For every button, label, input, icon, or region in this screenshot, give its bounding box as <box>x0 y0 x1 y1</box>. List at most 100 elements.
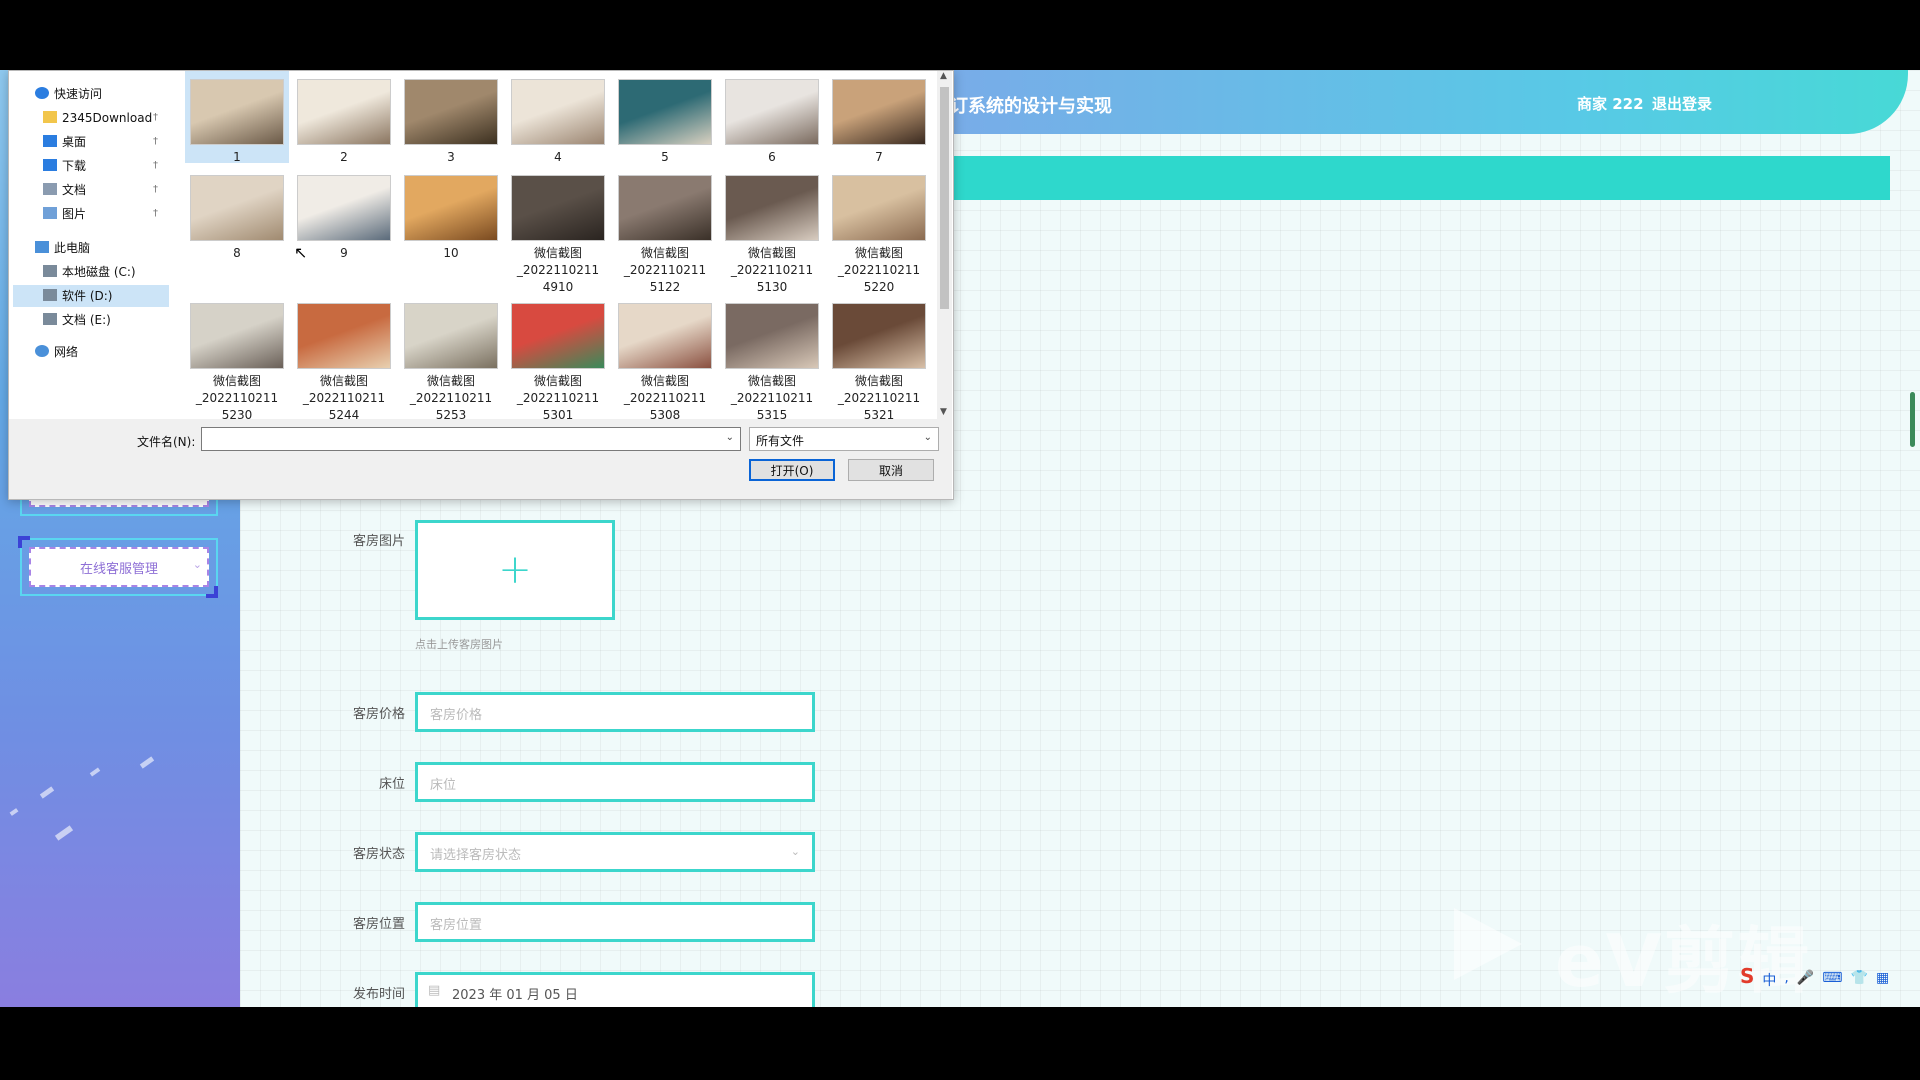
pin-icon: † <box>153 136 158 147</box>
file-thumbnail-item[interactable]: 微信截图 _2022110211 5220 <box>827 167 931 294</box>
price-input[interactable]: 客房价格 <box>415 692 815 732</box>
download-icon <box>43 159 57 171</box>
file-name-label: 6 <box>768 150 776 164</box>
sidebar-menu-label: 在线客服管理 <box>79 561 158 577</box>
cancel-button[interactable]: 取消 <box>848 459 934 481</box>
chinese-mode-icon[interactable]: 中 <box>1762 970 1776 990</box>
image-thumbnail <box>297 303 391 369</box>
image-thumbnail <box>832 303 926 369</box>
nav-item[interactable]: 本地磁盘 (C:) <box>13 261 169 283</box>
chevron-down-icon[interactable]: ⌄ <box>726 432 734 443</box>
file-thumbnail-item[interactable]: 2 <box>292 71 396 164</box>
publish-time-label: 发布时间 <box>352 987 405 1002</box>
star-icon <box>35 87 49 99</box>
filename-label: 文件名(N): <box>137 435 196 449</box>
nav-item[interactable]: 图片 † <box>13 203 169 225</box>
chevron-down-icon: ⌄ <box>790 845 800 858</box>
page-title: 订系统的设计与实现 <box>950 96 1112 117</box>
file-thumbnail-item[interactable]: 微信截图 _2022110211 5253 <box>399 295 503 419</box>
user-label: 商家 222 <box>1577 95 1644 113</box>
location-input[interactable]: 客房位置 <box>415 902 815 942</box>
file-thumbnail-item[interactable]: 9 <box>292 167 396 289</box>
file-name-label: 微信截图 _2022110211 5244 <box>302 374 386 419</box>
nav-item-label: 此电脑 <box>54 241 91 255</box>
sidebar-menu-online-service[interactable]: 在线客服管理 ⌄ <box>20 538 218 596</box>
file-name-label: 微信截图 _2022110211 5122 <box>623 246 707 294</box>
drive-icon <box>43 313 57 325</box>
file-thumbnail-item[interactable]: 7 <box>827 71 931 164</box>
file-thumbnail-item[interactable]: 10 <box>399 167 503 289</box>
file-thumbnail-item[interactable]: 微信截图 _2022110211 5230 <box>185 295 289 419</box>
nav-item[interactable]: 此电脑 <box>13 237 169 259</box>
image-thumbnail <box>190 175 284 241</box>
nav-item-label: 2345Download <box>62 111 153 125</box>
file-open-dialog: 快速访问 2345Download † 桌面 † 下载 † 文档 † 图片 † 此电脑 本地磁盘 (C:… <box>8 70 954 500</box>
file-thumbnail-item[interactable]: 微信截图 _2022110211 5321 <box>827 295 931 419</box>
file-thumbnail-item[interactable]: 8 <box>185 167 289 289</box>
filetype-select[interactable]: 所有文件 ⌄ <box>749 427 939 451</box>
scroll-down-icon[interactable]: ▼ <box>940 407 947 417</box>
nav-item[interactable]: 桌面 † <box>13 131 169 153</box>
skin-icon[interactable]: 👕 <box>1851 970 1868 990</box>
file-thumbnail-item[interactable]: 3 <box>399 71 503 164</box>
file-thumbnail-item[interactable]: 微信截图 _2022110211 5122 <box>613 167 717 294</box>
file-thumbnail-item[interactable]: 微信截图 _2022110211 5130 <box>720 167 824 294</box>
file-thumbnail-item[interactable]: 微信截图 _2022110211 5301 <box>506 295 610 419</box>
room-image-label: 客房图片 <box>352 534 405 549</box>
ime-toolbar: S 中 , 🎤 ⌨ 👕 ▦ <box>1740 964 1889 990</box>
bed-input[interactable]: 床位 <box>415 762 815 802</box>
pin-icon: † <box>153 160 158 171</box>
image-thumbnail <box>404 79 498 145</box>
filename-input[interactable]: ⌄ <box>201 427 741 451</box>
status-select[interactable]: 请选择客房状态 ⌄ <box>415 832 815 872</box>
image-thumbnail <box>618 175 712 241</box>
file-thumbnail-item[interactable]: 微信截图 _2022110211 5315 <box>720 295 824 419</box>
keyboard-icon[interactable]: ⌨ <box>1822 970 1842 990</box>
file-name-label: 微信截图 _2022110211 5220 <box>837 246 921 294</box>
nav-item[interactable]: 文档 (E:) <box>13 309 169 331</box>
file-list-scrollbar[interactable]: ▲ ▼ <box>937 71 952 419</box>
open-button[interactable]: 打开(O) <box>749 459 835 481</box>
nav-item[interactable]: 文档 † <box>13 179 169 201</box>
chevron-down-icon: ⌄ <box>192 558 202 571</box>
nav-item[interactable]: 软件 (D:) <box>13 285 169 307</box>
file-thumbnail-item[interactable]: 6 <box>720 71 824 164</box>
nav-item-label: 快速访问 <box>54 87 103 101</box>
file-thumbnail-item[interactable]: 微信截图 _2022110211 5244 <box>292 295 396 419</box>
file-thumbnail-item[interactable]: 微信截图 _2022110211 5308 <box>613 295 717 419</box>
image-thumbnail <box>297 175 391 241</box>
microphone-icon[interactable]: 🎤 <box>1797 970 1814 990</box>
image-thumbnail <box>297 79 391 145</box>
network-icon <box>35 345 49 357</box>
nav-item-label: 桌面 <box>62 135 87 149</box>
price-label: 客房价格 <box>352 707 405 722</box>
image-thumbnail <box>725 79 819 145</box>
logout-link[interactable]: 退出登录 <box>1652 93 1712 114</box>
image-upload-box[interactable]: + <box>415 520 615 620</box>
sogou-icon[interactable]: S <box>1740 964 1754 990</box>
file-name-label: 微信截图 _2022110211 5253 <box>409 374 493 419</box>
nav-item[interactable]: 网络 <box>13 341 169 363</box>
nav-item[interactable]: 2345Download † <box>13 107 169 129</box>
file-thumbnail-item[interactable]: 5 <box>613 71 717 164</box>
scroll-up-icon[interactable]: ▲ <box>940 71 947 81</box>
nav-item-label: 软件 (D:) <box>62 289 113 303</box>
nav-item[interactable]: 快速访问 <box>13 83 169 105</box>
page-scrollbar[interactable] <box>1910 392 1915 447</box>
punctuation-icon[interactable]: , <box>1784 970 1788 990</box>
file-thumbnail-item[interactable]: 1 <box>185 71 289 164</box>
file-name-label: 2 <box>340 150 348 164</box>
nav-item-label: 网络 <box>54 345 79 359</box>
upload-hint: 点击上传客房图片 <box>415 638 503 651</box>
image-thumbnail <box>404 303 498 369</box>
nav-item-label: 下载 <box>62 159 87 173</box>
file-thumbnail-item[interactable]: 4 <box>506 71 610 164</box>
file-thumbnail-item[interactable]: 微信截图 _2022110211 4910 <box>506 167 610 294</box>
scrollbar-thumb[interactable] <box>940 87 949 309</box>
drive-icon <box>43 265 57 277</box>
folder-icon <box>43 111 57 123</box>
nav-item[interactable]: 下载 † <box>13 155 169 177</box>
publish-date-picker[interactable]: ▤ 2023 年 01 月 05 日 <box>415 972 815 1007</box>
apps-icon[interactable]: ▦ <box>1876 970 1889 990</box>
pin-icon: † <box>153 112 158 123</box>
